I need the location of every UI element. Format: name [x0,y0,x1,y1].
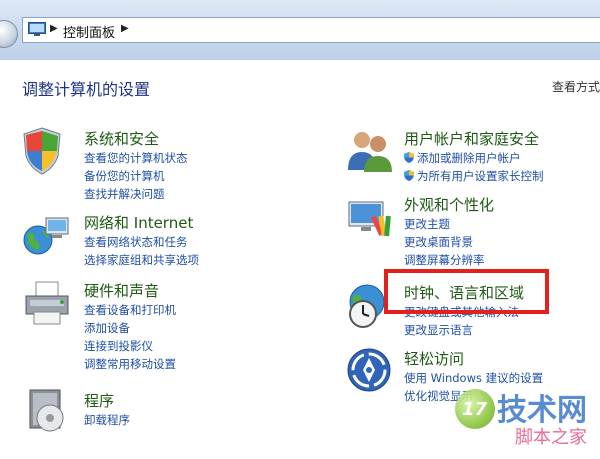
shield-icon[interactable] [22,126,72,176]
printer-icon[interactable] [22,278,72,328]
ease-of-access-icon[interactable] [345,346,395,396]
link-projector[interactable]: 连接到投影仪 [84,338,153,354]
users-icon[interactable] [345,126,395,176]
back-button[interactable] [0,20,18,48]
link-change-theme[interactable]: 更改主题 [404,216,450,232]
control-panel-icon [28,22,46,36]
link-network-status[interactable]: 查看网络状态和任务 [84,234,188,250]
link-backup[interactable]: 备份您的计算机 [84,168,165,184]
address-bar[interactable]: ▶ 控制面板 ▶ [22,17,600,43]
highlight-box [384,269,549,314]
category-title[interactable]: 用户帐户和家庭安全 [404,128,539,149]
link-label: 添加或删除用户帐户 [417,151,521,165]
link-add-remove-accounts[interactable]: 添加或删除用户帐户 [404,150,521,166]
link-check-status[interactable]: 查看您的计算机状态 [84,150,188,166]
breadcrumb-control-panel[interactable]: 控制面板 [63,22,115,41]
link-display-language[interactable]: 更改显示语言 [404,322,473,338]
view-by-label: 查看方式： [552,80,600,94]
watermark-logo-icon: 17 [455,389,495,429]
watermark: 17 技术网 脚本之家 [455,385,600,459]
uac-shield-icon [404,170,414,181]
link-label: 为所有用户设置家长控制 [417,169,544,183]
link-desktop-background[interactable]: 更改桌面背景 [404,234,473,250]
link-troubleshoot[interactable]: 查找并解决问题 [84,186,165,202]
network-globe-icon[interactable] [22,212,72,262]
link-devices-printers[interactable]: 查看设备和打印机 [84,302,176,318]
link-resolution[interactable]: 调整屏幕分辨率 [404,252,485,268]
page-title: 调整计算机的设置 [22,80,151,99]
programs-icon[interactable] [22,386,72,436]
category-title[interactable]: 网络和 Internet [84,212,193,233]
navigation-bar: ▶ 控制面板 ▶ [0,0,600,60]
category-title[interactable]: 系统和安全 [84,128,159,149]
breadcrumb-arrow-icon[interactable]: ▶ [121,23,129,34]
category-title[interactable]: 程序 [84,390,114,411]
category-title[interactable]: 外观和个性化 [404,194,494,215]
link-mobility[interactable]: 调整常用移动设置 [84,356,176,372]
appearance-monitor-icon[interactable] [345,194,395,244]
link-parental-controls[interactable]: 为所有用户设置家长控制 [404,168,544,184]
breadcrumb-arrow-icon[interactable]: ▶ [50,23,58,34]
watermark-subtext: 脚本之家 [515,427,587,448]
link-uninstall[interactable]: 卸载程序 [84,412,130,428]
category-title[interactable]: 轻松访问 [404,348,464,369]
uac-shield-icon [404,152,414,163]
link-windows-recommended[interactable]: 使用 Windows 建议的设置 [404,370,543,386]
link-homegroup[interactable]: 选择家庭组和共享选项 [84,252,199,268]
link-add-device[interactable]: 添加设备 [84,320,130,336]
category-title[interactable]: 硬件和声音 [84,280,159,301]
